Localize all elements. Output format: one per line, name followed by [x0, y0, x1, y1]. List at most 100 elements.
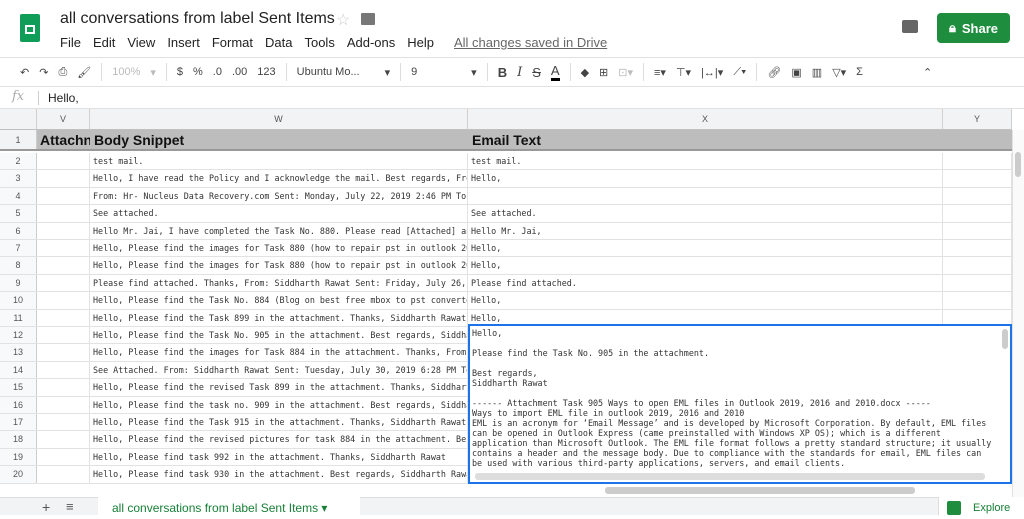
cell-body-snippet[interactable]: Hello, Please find the Task No. 905 in t…: [90, 327, 468, 344]
cell-attachment[interactable]: [37, 448, 90, 466]
more-formats-button[interactable]: 123: [257, 66, 275, 78]
cell-body-snippet[interactable]: Hello, Please find task 930 in the attac…: [90, 466, 468, 483]
header-cell-body-snippet[interactable]: Body Snippet: [90, 130, 468, 149]
row-number[interactable]: 7: [0, 240, 37, 257]
row-number[interactable]: 16: [0, 396, 37, 413]
increase-decimals-button[interactable]: .00: [232, 66, 247, 78]
row-number[interactable]: 12: [0, 327, 37, 344]
cell-attachment[interactable]: [37, 396, 90, 413]
row-number[interactable]: 20: [0, 466, 37, 483]
explore-button[interactable]: Explore: [938, 497, 1024, 515]
cell-attachment[interactable]: [37, 274, 90, 292]
cell-email-text[interactable]: See attached.: [468, 205, 943, 222]
font-select[interactable]: Ubuntu Mo...: [297, 66, 375, 78]
row-number[interactable]: 4: [0, 187, 37, 205]
cell-body-snippet[interactable]: Hello, Please find the Task No. 884 (Blo…: [90, 292, 468, 309]
cell-body-snippet[interactable]: Hello, Please find the Task 899 in the a…: [90, 309, 468, 326]
cell-email-text[interactable]: Hello Mr. Jai,: [468, 222, 943, 239]
editor-horizontal-scrollbar[interactable]: [475, 473, 985, 480]
cell-y[interactable]: [943, 257, 1012, 274]
cell-y[interactable]: [943, 274, 1012, 292]
cell-y[interactable]: [943, 292, 1012, 309]
zoom-select[interactable]: 100%: [112, 66, 140, 78]
share-button[interactable]: 🔒︎ Share: [937, 13, 1010, 43]
cell-attachment[interactable]: [37, 222, 90, 239]
menu-addons[interactable]: Add-ons: [347, 35, 395, 50]
row-number[interactable]: 9: [0, 274, 37, 292]
column-header-w[interactable]: W: [90, 109, 468, 130]
row-number[interactable]: 1: [0, 130, 37, 149]
redo-icon[interactable]: ↷: [39, 66, 48, 79]
cell-body-snippet[interactable]: Hello Mr. Jai, I have completed the Task…: [90, 222, 468, 239]
cell-body-snippet[interactable]: Hello, Please find the revised Task 899 …: [90, 379, 468, 396]
sheet-tab-active[interactable]: all conversations from label Sent Items …: [98, 497, 360, 515]
row-number[interactable]: 8: [0, 257, 37, 274]
cell-y[interactable]: [943, 205, 1012, 222]
menu-tools[interactable]: Tools: [304, 35, 334, 50]
menu-help[interactable]: Help: [407, 35, 434, 50]
cell-editor[interactable]: Hello, Please find the Task No. 905 in t…: [468, 324, 1012, 484]
merge-cells-icon[interactable]: ⊡▾: [618, 66, 633, 79]
star-icon[interactable]: ☆: [336, 10, 350, 30]
cell-email-text[interactable]: [468, 187, 943, 205]
cell-attachment[interactable]: [37, 240, 90, 257]
cell-body-snippet[interactable]: See attached.: [90, 205, 468, 222]
percent-button[interactable]: %: [193, 66, 203, 78]
cell-attachment[interactable]: [37, 361, 90, 379]
row-number[interactable]: 10: [0, 292, 37, 309]
cell-body-snippet[interactable]: Hello, Please find the revised pictures …: [90, 431, 468, 448]
print-icon[interactable]: ⎙: [58, 66, 67, 79]
cell-y[interactable]: [943, 153, 1012, 170]
cell-attachment[interactable]: [37, 344, 90, 361]
vertical-scrollbar-thumb[interactable]: [1015, 152, 1021, 177]
row-number[interactable]: 5: [0, 205, 37, 222]
menu-data[interactable]: Data: [265, 35, 292, 50]
cell-attachment[interactable]: [37, 170, 90, 187]
comments-icon[interactable]: [902, 20, 918, 33]
cell-attachment[interactable]: [37, 414, 90, 431]
cell-attachment[interactable]: [37, 327, 90, 344]
horizontal-align-icon[interactable]: ≡▾: [654, 66, 666, 79]
cell-attachment[interactable]: [37, 292, 90, 309]
cell-attachment[interactable]: [37, 379, 90, 396]
all-sheets-button[interactable]: ≡: [66, 499, 74, 514]
collapse-icon[interactable]: ⌃: [923, 66, 932, 79]
column-header-y[interactable]: Y: [943, 109, 1012, 130]
functions-button[interactable]: Σ: [856, 66, 863, 78]
save-status-link[interactable]: All changes saved in Drive: [454, 35, 607, 50]
column-header-v[interactable]: V: [37, 109, 90, 130]
font-size-select[interactable]: 9: [411, 66, 461, 78]
cell-y[interactable]: [943, 240, 1012, 257]
cell-body-snippet[interactable]: Hello, Please find the images for Task 8…: [90, 344, 468, 361]
cell-attachment[interactable]: [37, 257, 90, 274]
header-cell-attachment[interactable]: Attachn: [37, 130, 90, 149]
cell-y[interactable]: [943, 222, 1012, 239]
menu-view[interactable]: View: [127, 35, 155, 50]
sheets-logo-icon[interactable]: [20, 14, 40, 42]
chart-icon[interactable]: ▥: [812, 66, 822, 79]
strikethrough-button[interactable]: S: [532, 65, 541, 80]
cell-body-snippet[interactable]: Hello, Please find the Task 915 in the a…: [90, 414, 468, 431]
column-header-x[interactable]: X: [468, 109, 943, 130]
cell-body-snippet[interactable]: Hello, Please find task 992 in the attac…: [90, 448, 468, 466]
cell-attachment[interactable]: [37, 153, 90, 170]
comment-icon[interactable]: ▣: [791, 66, 801, 79]
cell-attachment[interactable]: [37, 431, 90, 448]
cell-attachment[interactable]: [37, 466, 90, 483]
cell-email-text[interactable]: Please find attached.: [468, 274, 943, 292]
menu-insert[interactable]: Insert: [167, 35, 200, 50]
text-rotation-icon[interactable]: ⟋▾: [733, 66, 746, 79]
row-number[interactable]: 3: [0, 170, 37, 187]
cell-email-text[interactable]: test mail.: [468, 153, 943, 170]
row-number[interactable]: 11: [0, 309, 37, 326]
undo-icon[interactable]: ↶: [20, 66, 29, 79]
cell-email-text[interactable]: Hello,: [468, 257, 943, 274]
cell-attachment[interactable]: [37, 187, 90, 205]
cell-body-snippet[interactable]: See Attached. From: Siddharth Rawat Sent…: [90, 361, 468, 379]
row-number[interactable]: 17: [0, 414, 37, 431]
cell-y[interactable]: [943, 170, 1012, 187]
cell-email-text[interactable]: Hello,: [468, 240, 943, 257]
row-number[interactable]: 18: [0, 431, 37, 448]
formula-input[interactable]: Hello,: [48, 91, 79, 105]
cell-body-snippet[interactable]: Hello, Please find the images for Task 8…: [90, 240, 468, 257]
